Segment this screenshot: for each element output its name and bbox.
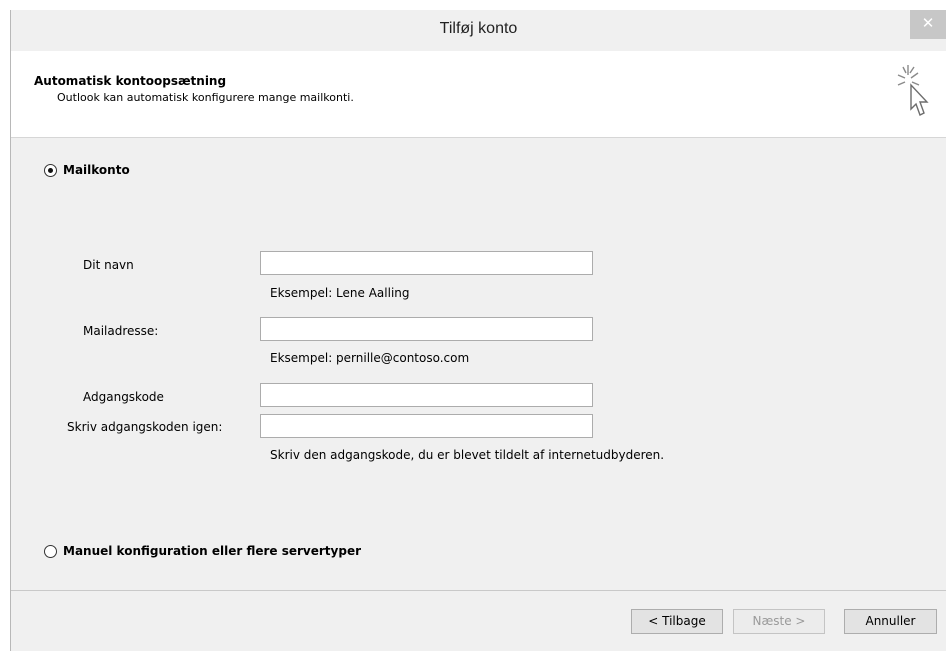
password-hint: Skriv den adgangskode, du er blevet tild… xyxy=(270,448,665,462)
name-field[interactable] xyxy=(260,251,593,275)
password-label: Adgangskode xyxy=(83,390,164,404)
radio-selected-icon xyxy=(44,163,57,177)
cancel-button[interactable]: Annuller xyxy=(844,609,937,634)
password-field[interactable] xyxy=(260,383,593,407)
password-repeat-label: Skriv adgangskoden igen: xyxy=(67,420,223,434)
radio-manual-config-label: Manuel konfiguration eller flere servert… xyxy=(63,544,362,558)
next-button[interactable]: Næste > xyxy=(733,609,825,634)
password-repeat-field[interactable] xyxy=(260,414,593,438)
add-account-dialog: Tilføj konto ✕ Automatisk kontoopsætning… xyxy=(10,10,946,651)
radio-manual-config[interactable]: Manuel konfiguration eller flere servert… xyxy=(44,544,361,558)
name-hint: Eksempel: Lene Aalling xyxy=(270,286,410,300)
radio-mail-account-label: Mailkonto xyxy=(63,163,130,177)
wizard-header: Automatisk kontoopsætning Outlook kan au… xyxy=(11,51,946,138)
header-title: Automatisk kontoopsætning xyxy=(34,74,227,88)
wizard-cursor-icon xyxy=(897,65,929,116)
window-title: Tilføj konto xyxy=(439,20,518,37)
radio-mail-account[interactable]: Mailkonto xyxy=(44,163,130,177)
header-subtitle: Outlook kan automatisk konfigurere mange… xyxy=(57,91,354,104)
close-button[interactable]: ✕ xyxy=(910,10,946,39)
footer-divider xyxy=(11,590,946,591)
email-label: Mailadresse: xyxy=(83,324,159,338)
title-bar: Tilføj konto ✕ xyxy=(11,10,946,51)
back-button[interactable]: < Tilbage xyxy=(631,609,723,634)
radio-unselected-icon xyxy=(44,544,57,558)
email-field[interactable] xyxy=(260,317,593,341)
email-hint: Eksempel: pernille@contoso.com xyxy=(270,351,470,365)
name-label: Dit navn xyxy=(83,258,134,272)
